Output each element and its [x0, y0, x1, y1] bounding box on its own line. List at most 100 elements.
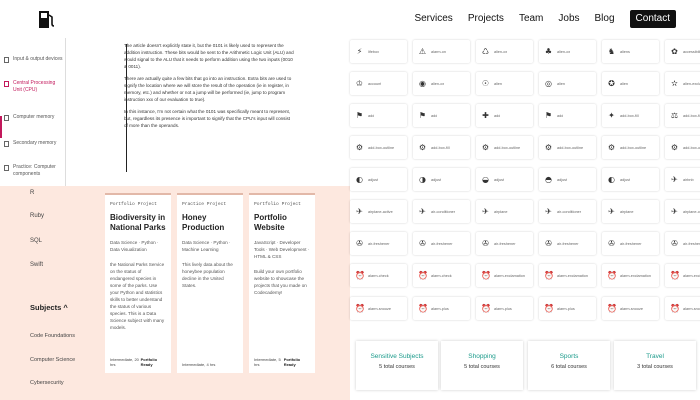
glyph-icon: ⏰ [544, 270, 554, 280]
icon-card[interactable]: ⏰alarm-snooze [602, 297, 659, 320]
nav-jobs[interactable]: Jobs [558, 10, 579, 28]
glyph-icon: ✈ [356, 206, 363, 216]
icon-card[interactable]: ⏰alarm-snooze [665, 297, 700, 320]
icon-card[interactable]: ⏰ alarm-plus [476, 297, 533, 320]
icon-card[interactable]: ◐ adjust [602, 168, 659, 191]
icon-card[interactable]: ⚑ add [539, 104, 596, 127]
icon-card[interactable]: ⏰alarm-exclamation [602, 264, 659, 287]
icon-card[interactable]: ✈ air-conditioner [539, 200, 596, 223]
language-link-r[interactable]: R [30, 190, 34, 196]
icon-card[interactable]: ◉ alien-ox [413, 72, 470, 95]
icon-card[interactable]: ✦ add-box-fill [602, 104, 659, 127]
nav-projects[interactable]: Projects [468, 10, 504, 28]
icon-card[interactable]: ⚑ add [413, 104, 470, 127]
glyph-icon: ◐ [608, 174, 615, 184]
sidebar-item-cpu[interactable]: Central Processing Unit (CPU) [4, 80, 65, 94]
icon-card[interactable]: ⚙ add-box-outline [350, 136, 407, 159]
category-card-shopping[interactable]: Shopping 5 total courses [441, 341, 523, 390]
icon-card[interactable]: ✈ air-conditioner [413, 200, 470, 223]
icon-card[interactable]: ✚ add [476, 104, 533, 127]
project-card-honey[interactable]: Practice Project Honey Production Data S… [177, 193, 243, 373]
icon-card[interactable]: ⏰alarm-exclamation [539, 264, 596, 287]
icon-card[interactable]: ◓ adjust [539, 168, 596, 191]
icon-card[interactable]: ✈ airbnb [665, 168, 700, 191]
sidebar-item-secondary-memory[interactable]: Secondary memory [4, 140, 56, 147]
icon-card[interactable]: ◐ adjust [350, 168, 407, 191]
icon-card[interactable]: ✇ air-freshener [539, 232, 596, 255]
nav-team[interactable]: Team [519, 10, 543, 28]
project-card-portfolio-website[interactable]: Portfolio Project Portfolio Website Java… [249, 193, 315, 373]
icon-card[interactable]: ⏰alarm-exclamation [665, 264, 700, 287]
category-card-sensitive-subjects[interactable]: Sensitive Subjects 5 total courses [356, 341, 438, 390]
icon-card[interactable]: ♺ alien-ox [476, 40, 533, 63]
language-link-swift[interactable]: Swift [30, 262, 43, 268]
icon-card[interactable]: ⏰alarm-exclamation [476, 264, 533, 287]
icon-card[interactable]: ✫ alien-exclamation [665, 72, 700, 95]
icon-card-label: alarm-snooze [368, 306, 392, 311]
portfolio-ready-badge: Portfolio Ready [140, 357, 158, 367]
icon-card[interactable]: ♣ alien-ox [539, 40, 596, 63]
icon-card[interactable]: ✈ airplane-off [665, 200, 700, 223]
fuel-pump-icon[interactable] [38, 9, 56, 29]
icon-card[interactable]: ♔ account [350, 72, 407, 95]
project-title: Portfolio Website [254, 213, 287, 232]
icon-card[interactable]: ⏰alarm-snooze [350, 297, 407, 320]
project-card-biodiversity[interactable]: Portfolio Project Biodiversity in Nation… [105, 193, 171, 373]
glyph-icon: ✈ [671, 174, 678, 184]
icon-card[interactable]: ◎ alien [539, 72, 596, 95]
glyph-icon: ⏰ [418, 270, 428, 280]
icon-card[interactable]: ☉ alien [476, 72, 533, 95]
subject-link-computer-science[interactable]: Computer Science [30, 357, 75, 363]
language-link-ruby[interactable]: Ruby [30, 213, 44, 219]
sidebar-item-input-output[interactable]: Input & output devices [4, 56, 62, 63]
icon-card[interactable]: ✇ air-freshener [413, 232, 470, 255]
category-card-travel[interactable]: Travel 3 total courses [614, 341, 696, 390]
language-link-sql[interactable]: SQL [30, 238, 42, 244]
subject-link-cybersecurity[interactable]: Cybersecurity [30, 380, 64, 386]
icon-card[interactable]: ✈ airplane-active [350, 200, 407, 223]
icon-card[interactable]: ⚙ add-box-outline [602, 136, 659, 159]
icon-card[interactable]: ✇ air-freshener [350, 232, 407, 255]
category-count: 5 total courses [464, 364, 500, 370]
nav-services[interactable]: Services [414, 10, 452, 28]
category-card-sports[interactable]: Sports 6 total courses [528, 341, 610, 390]
icon-card[interactable]: ⚡ lifebox [350, 40, 407, 63]
icon-card[interactable]: ✈ airplane [602, 200, 659, 223]
glyph-icon: ⚖ [670, 110, 679, 120]
icon-card[interactable]: ⏰ alarm-plus [539, 297, 596, 320]
glyph-icon: ♣ [544, 46, 553, 56]
icon-card[interactable]: ⏰ alarm-plus [413, 297, 470, 320]
nav-blog[interactable]: Blog [595, 10, 615, 28]
icon-card[interactable]: ◒ adjust [476, 168, 533, 191]
sidebar-item-computer-memory[interactable]: Computer memory [4, 114, 54, 121]
icon-card[interactable]: ♞ aliens [602, 40, 659, 63]
icon-card[interactable]: ✈ airplane [476, 200, 533, 223]
sidebar-item-practice[interactable]: Practice: Computer components [4, 164, 65, 178]
icon-card-label: add [368, 113, 375, 118]
glyph-icon: ⏰ [670, 270, 680, 280]
icon-card[interactable]: ⚠ alarm-on [413, 40, 470, 63]
icon-card[interactable]: ✇ air-freshener [476, 232, 533, 255]
icon-card[interactable]: ◑ adjust [413, 168, 470, 191]
icon-card[interactable]: ⚖ add-box-fill [665, 104, 700, 127]
icon-card-label: airplane [620, 209, 634, 214]
icon-card[interactable]: ⚙ add-box-outline [539, 136, 596, 159]
icon-card[interactable]: ⏰ alarm-check [350, 264, 407, 287]
icon-card[interactable]: ✇ air-freshener [665, 232, 700, 255]
icon-card-label: add [431, 113, 438, 118]
subject-link-code-foundations[interactable]: Code Foundations [30, 333, 75, 339]
icon-card[interactable]: ⚑ add [350, 104, 407, 127]
glyph-icon: ⏰ [607, 303, 617, 313]
icon-card[interactable]: ⚙ add-box-outline [476, 136, 533, 159]
icon-card[interactable]: ✪ alien [602, 72, 659, 95]
article-paragraph: There are actually quite a few bits that… [124, 76, 292, 102]
icon-card[interactable]: ⚙ add-box-outline [665, 136, 700, 159]
icon-card-label: alarm-snooze [683, 306, 700, 311]
icon-card[interactable]: ✇ air-freshener [602, 232, 659, 255]
icon-card[interactable]: ⚙ add-box-fill [413, 136, 470, 159]
icon-card[interactable]: ✿ accessibilities [665, 40, 700, 63]
subjects-heading[interactable]: Subjects ^ [30, 303, 68, 312]
contact-button[interactable]: Contact [629, 10, 676, 28]
project-description: Build your own portfolio website to show… [254, 269, 307, 295]
icon-card[interactable]: ⏰ alarm-check [413, 264, 470, 287]
